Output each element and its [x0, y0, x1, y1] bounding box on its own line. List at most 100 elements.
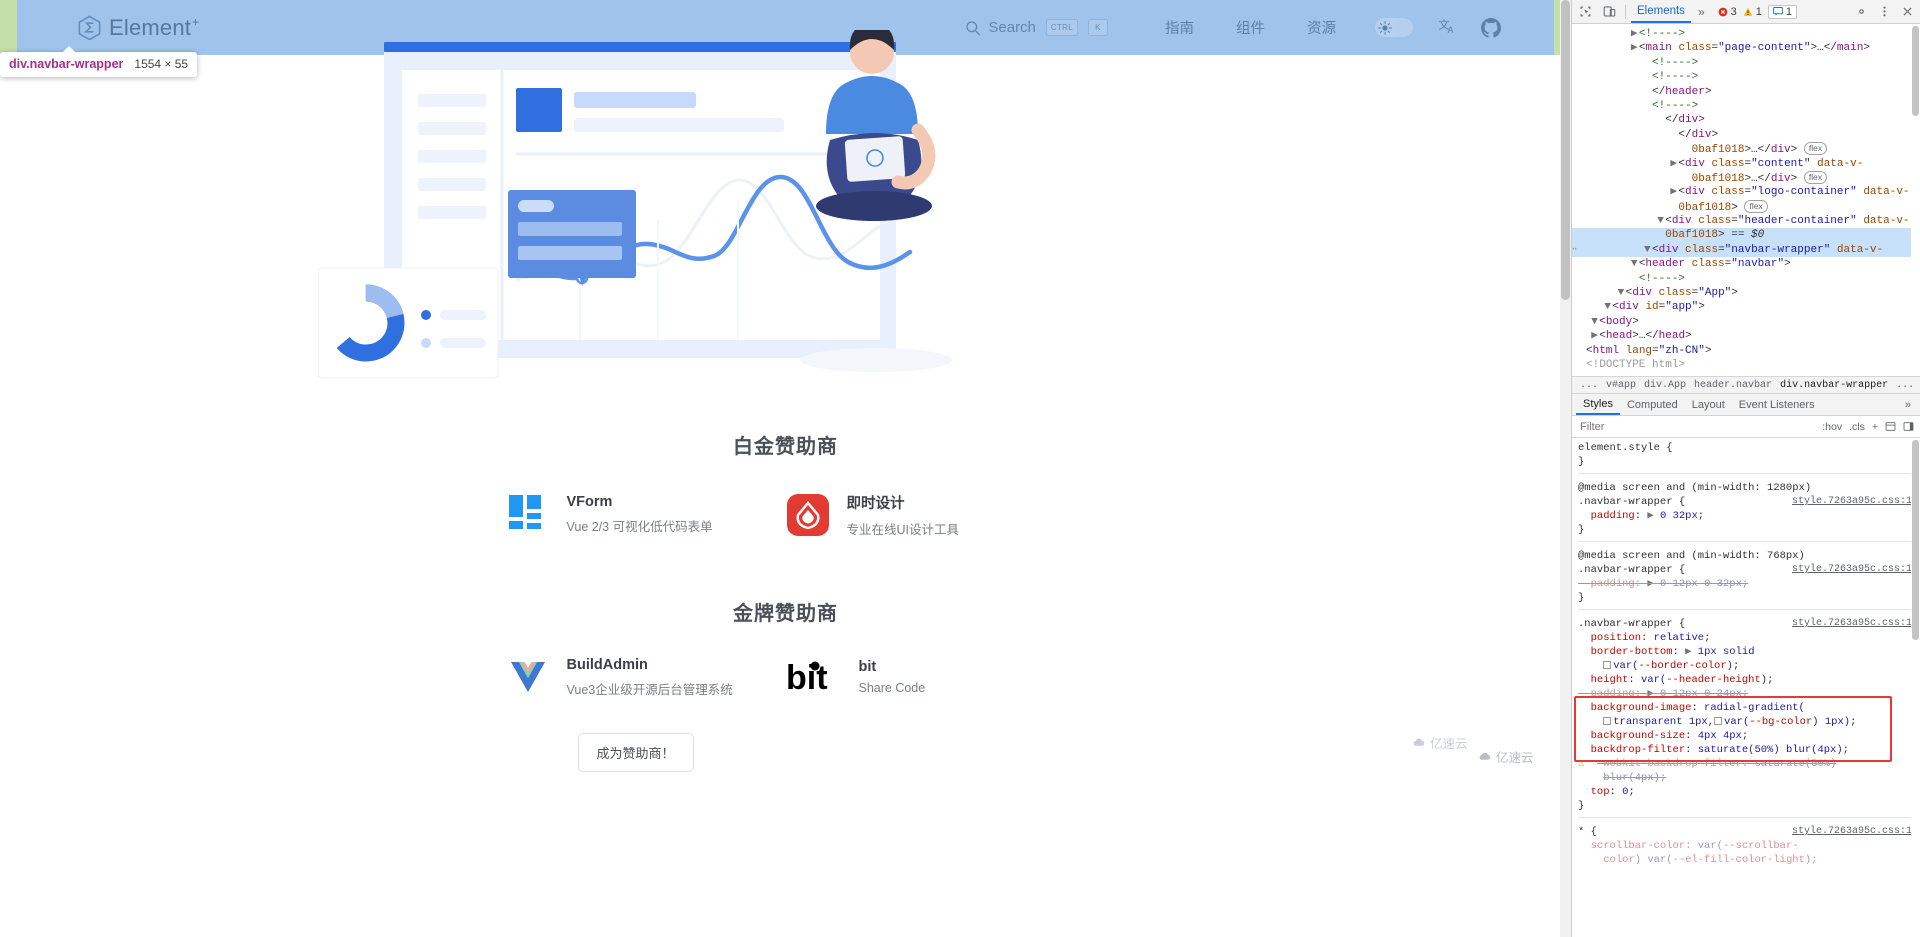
dom-tree-line[interactable]: <!---->	[1572, 272, 1920, 286]
styles-declaration[interactable]: background-size: 4px 4px;	[1578, 729, 1920, 743]
styles-declaration-warning: blur(4px);	[1603, 772, 1667, 784]
message-counter[interactable]: 1	[1767, 4, 1797, 19]
error-counter[interactable]: 3	[1718, 6, 1737, 18]
styles-declaration[interactable]: top: 0;	[1578, 785, 1920, 799]
styles-declaration[interactable]: transparent 1px, var(--bg-color) 1px);	[1578, 715, 1920, 729]
panel-tab-styles[interactable]: Styles	[1576, 394, 1620, 415]
dom-tree-line[interactable]: ▼<header class="navbar">	[1572, 257, 1920, 271]
styles-declaration[interactable]: height: var(--header-height);	[1578, 673, 1920, 687]
dom-tree-line[interactable]: ▼<body>	[1572, 315, 1920, 329]
dom-tree-line[interactable]: <!---->	[1572, 99, 1920, 113]
nav-link-resources[interactable]: 资源	[1307, 17, 1336, 38]
more-tabs-button[interactable]: »	[1693, 5, 1710, 19]
logo-container[interactable]: Element+	[77, 15, 199, 41]
dom-scrollbar-thumb[interactable]	[1912, 26, 1919, 116]
dom-tree-line[interactable]: ▶<div class="content" data-v-	[1572, 157, 1920, 171]
styles-rule-separator	[1578, 609, 1920, 617]
dom-tree-line[interactable]: ⋯ ▼<div class="navbar-wrapper" data-v-	[1572, 242, 1920, 258]
sponsor-row-platinum: VForm Vue 2/3 可视化低代码表单 即时设计 专业在线UI设计工具	[0, 492, 1571, 538]
styles-declaration[interactable]: backdrop-filter: saturate(50%) blur(4px)…	[1578, 743, 1920, 757]
styles-declaration[interactable]: border-bottom: ▶ 1px solid	[1578, 645, 1920, 659]
search-button[interactable]: Search CTRL K	[965, 19, 1108, 36]
toggle-sidebar-icon[interactable]	[1903, 421, 1914, 432]
more-vertical-icon[interactable]	[1873, 1, 1895, 23]
tab-elements[interactable]: Elements	[1631, 0, 1691, 23]
styles-source-link[interactable]: style.7263a95c.css:1	[1792, 563, 1920, 577]
logo-text: Element+	[109, 15, 199, 41]
become-sponsor-button[interactable]: 成为赞助商！	[577, 733, 694, 772]
breadcrumb-item[interactable]: header.navbar	[1690, 380, 1776, 391]
close-icon[interactable]	[1896, 1, 1918, 23]
styles-source-link[interactable]: style.7263a95c.css:1	[1792, 825, 1920, 839]
dom-scrollbar[interactable]	[1911, 24, 1920, 376]
dom-tree-line[interactable]: ▼<div id="app">	[1572, 300, 1920, 314]
buildadmin-logo-icon	[506, 655, 550, 699]
gear-icon[interactable]	[1850, 1, 1872, 23]
logo-plus: +	[192, 15, 200, 30]
sponsor-buildadmin[interactable]: BuildAdmin Vue3企业级开源后台管理系统	[506, 655, 786, 699]
tooltip-dimensions: 1554 × 55	[134, 57, 189, 71]
dom-tree-line[interactable]: </div>	[1572, 113, 1920, 127]
dom-tree-line[interactable]: ▼<div class="header-container" data-v-	[1572, 214, 1920, 228]
warning-counter[interactable]: 1	[1743, 6, 1762, 18]
dashboard-illustration-svg	[317, 24, 952, 379]
cls-toggle[interactable]: .cls	[1849, 421, 1865, 433]
dom-tree-line[interactable]: ▶<main class="page-content">…</main>	[1572, 41, 1920, 55]
dom-tree-line[interactable]: </header>	[1572, 85, 1920, 99]
dom-tree-line[interactable]: 0baf1018> == $0	[1572, 228, 1920, 243]
page-scrollbar-thumb[interactable]	[1561, 0, 1570, 300]
inspector-element-tooltip: div.navbar-wrapper 1554 × 55	[0, 46, 198, 77]
theme-toggle-switch[interactable]	[1375, 18, 1413, 37]
computed-sidebar-icon[interactable]	[1885, 421, 1896, 432]
styles-filter-bar: :hov .cls +	[1572, 416, 1920, 438]
dom-breadcrumb[interactable]: ... v#app div.App header.navbar div.navbar-w…	[1572, 376, 1920, 394]
breadcrumb-item[interactable]: ...	[1892, 380, 1918, 391]
styles-pane[interactable]: element.style {} @media screen and (min-w…	[1572, 438, 1920, 937]
panel-tab-computed[interactable]: Computed	[1620, 394, 1685, 415]
dom-tree-line[interactable]: 0baf1018>…</div> flex	[1572, 142, 1920, 156]
dom-tree-line[interactable]: 0baf1018>…</div> flex	[1572, 170, 1920, 185]
sponsor-jsdesign[interactable]: 即时设计 专业在线UI设计工具	[786, 492, 1066, 538]
styles-scrollbar-thumb[interactable]	[1912, 440, 1919, 640]
breadcrumb-item[interactable]: div.navbar-wrapper	[1776, 380, 1892, 391]
nav-link-components[interactable]: 组件	[1236, 17, 1265, 38]
dom-tree-line[interactable]: <html lang="zh-CN">	[1572, 344, 1920, 358]
styles-declaration[interactable]: padding: ▶ 0 12px 0 24px;	[1578, 687, 1920, 701]
styles-declaration[interactable]: background-image: radial-gradient(	[1578, 701, 1920, 715]
styles-source-link[interactable]: style.7263a95c.css:1	[1792, 495, 1920, 509]
device-toolbar-icon[interactable]	[1598, 1, 1620, 23]
styles-declaration[interactable]: padding: ▶ 0 12px 0 32px;	[1578, 577, 1920, 591]
breadcrumb-item[interactable]: ...	[1576, 380, 1602, 391]
panel-more-button[interactable]: »	[1900, 399, 1916, 411]
styles-declaration[interactable]: position: relative;	[1578, 631, 1920, 645]
dom-tree-line[interactable]: ▶<!---->	[1572, 27, 1920, 41]
dom-tree-line[interactable]: <!---->	[1572, 70, 1920, 84]
dom-tree-line[interactable]: ▶<div class="logo-container" data-v-	[1572, 185, 1920, 199]
sponsor-bit[interactable]: bit bit Share Code	[786, 655, 1066, 699]
panel-tab-layout[interactable]: Layout	[1685, 394, 1732, 415]
styles-declaration[interactable]: padding: ▶ 0 32px;	[1578, 509, 1920, 523]
styles-source-link[interactable]: style.7263a95c.css:1	[1792, 617, 1920, 631]
dom-tree-line[interactable]: ▼<div class="App">	[1572, 286, 1920, 300]
breadcrumb-item[interactable]: v#app	[1602, 380, 1640, 391]
translate-icon[interactable]: 文 A	[1438, 17, 1459, 38]
styles-scrollbar[interactable]	[1911, 438, 1920, 937]
page-scrollbar[interactable]	[1560, 0, 1571, 937]
elements-dom-tree[interactable]: ▶<!----> ▶<main class="page-content">…</…	[1572, 24, 1920, 376]
inspect-cursor-icon[interactable]	[1574, 1, 1596, 23]
github-icon[interactable]	[1481, 17, 1501, 38]
styles-panel-tabs[interactable]: Styles Computed Layout Event Listeners »	[1572, 394, 1920, 416]
dom-tree-line[interactable]: <!DOCTYPE html>	[1572, 358, 1920, 372]
dom-tree-line[interactable]: 0baf1018> flex	[1572, 199, 1920, 214]
breadcrumb-item[interactable]: div.App	[1640, 380, 1690, 391]
nav-link-guide[interactable]: 指南	[1165, 17, 1194, 38]
dom-tree-line[interactable]: ▶<head>…</head>	[1572, 329, 1920, 343]
dom-tree-line[interactable]: </div>	[1572, 128, 1920, 142]
sponsor-vform[interactable]: VForm Vue 2/3 可视化低代码表单	[506, 492, 786, 536]
new-rule-button[interactable]: +	[1872, 421, 1878, 433]
hov-toggle[interactable]: :hov	[1822, 421, 1842, 433]
styles-declaration[interactable]: var(--border-color);	[1578, 659, 1920, 673]
panel-tab-event-listeners[interactable]: Event Listeners	[1732, 394, 1822, 415]
dom-tree-line[interactable]: <!---->	[1572, 56, 1920, 70]
styles-filter-input[interactable]	[1578, 419, 1698, 434]
